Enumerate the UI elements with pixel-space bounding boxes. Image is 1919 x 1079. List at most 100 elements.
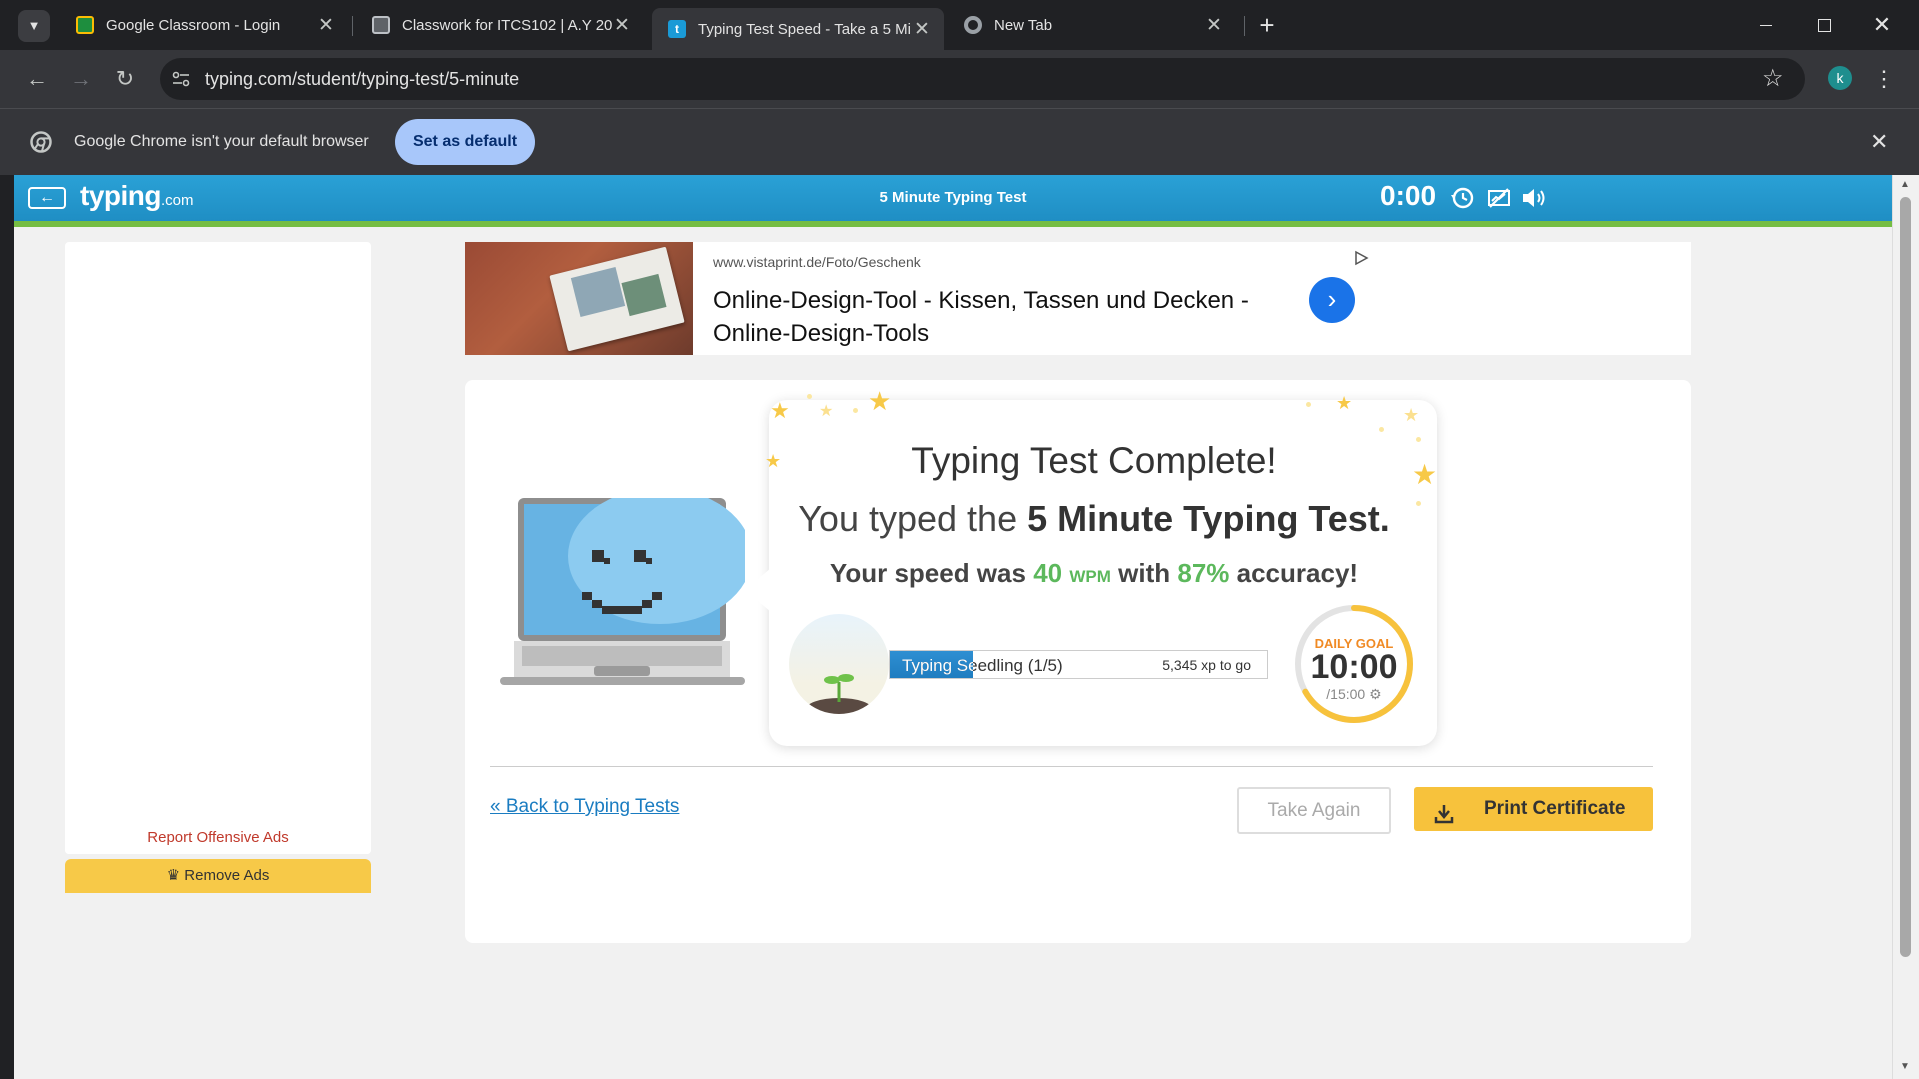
accuracy-value: 87% — [1177, 558, 1230, 588]
sidebar-ad-slot — [65, 242, 371, 854]
speed-prefix: Your speed was — [829, 558, 1026, 588]
arrow-left-icon: ← — [26, 66, 48, 91]
close-tab-icon[interactable]: ✕ — [1204, 14, 1224, 37]
take-again-button[interactable]: Take Again — [1237, 787, 1391, 834]
stats-hidden-icon[interactable] — [1486, 185, 1512, 211]
tab-title: Google Classroom - Login — [106, 16, 281, 34]
minimize-button[interactable] — [1746, 10, 1786, 40]
tab-title: New Tab — [994, 16, 1053, 34]
tab-title: Classwork for ITCS102 | A.Y 202 — [402, 16, 612, 34]
typing-favicon-icon: t — [668, 20, 686, 38]
back-to-typing-tests-link[interactable]: « Back to Typing Tests — [490, 796, 679, 818]
test-name: 5 Minute Typing Test. — [1027, 498, 1390, 539]
sparkle-dot — [807, 394, 812, 399]
new-tab-button[interactable]: + — [1252, 10, 1282, 40]
tab-google-classroom[interactable]: Google Classroom - Login ✕ — [60, 8, 348, 42]
results-panel: ★ ★ ★ ★ ★ ★ ★ Typing Test Complete! You … — [465, 380, 1691, 943]
wpm-value: 40 — [1033, 558, 1063, 588]
print-certificate-label: Print Certificate — [1484, 798, 1626, 819]
gear-icon[interactable]: ⚙ — [1369, 686, 1382, 702]
close-tab-icon[interactable]: ✕ — [316, 14, 336, 37]
tab-strip: ▼ Google Classroom - Login ✕ Classwork f… — [0, 0, 1919, 50]
history-icon[interactable] — [1450, 185, 1476, 211]
chrome-favicon-icon — [964, 16, 982, 34]
tab-classwork[interactable]: Classwork for ITCS102 | A.Y 202 ✕ — [356, 8, 644, 42]
profile-initial: k — [1836, 70, 1844, 86]
back-button[interactable]: ← — [22, 64, 52, 94]
typed-prefix: You typed the — [798, 498, 1018, 539]
site-info-icon[interactable] — [170, 68, 192, 90]
timer: 0:00 — [1380, 180, 1437, 211]
result-heading: Typing Test Complete! — [911, 440, 1277, 481]
laptop-smiley-icon — [500, 488, 752, 685]
chrome-logo-icon — [30, 131, 52, 153]
banner-ad[interactable]: www.vistaprint.de/Foto/Geschenk Online-D… — [465, 242, 1691, 355]
star-icon: ★ — [1403, 405, 1420, 425]
chrome-menu-button[interactable]: ⋮ — [1872, 64, 1896, 94]
volume-icon[interactable] — [1520, 185, 1550, 211]
wpm-unit: WPM — [1069, 567, 1111, 586]
reload-icon: ↻ — [115, 66, 135, 91]
speed-mid: with — [1118, 558, 1171, 588]
maximize-icon — [1818, 19, 1831, 32]
tab-typing-test[interactable]: t Typing Test Speed - Take a 5 Mi ✕ — [652, 8, 944, 50]
adchoices-icon[interactable] — [1353, 250, 1369, 266]
ad-domain[interactable]: www.vistaprint.de/Foto/Geschenk — [713, 254, 921, 270]
set-as-default-button[interactable]: Set as default — [395, 119, 535, 165]
download-icon — [1434, 798, 1454, 824]
goal-target: /15:00 ⚙ — [1292, 686, 1416, 703]
ad-headline[interactable]: Online-Design-Tool - Kissen, Tassen und … — [713, 284, 1249, 350]
sparkle-dot — [1306, 402, 1311, 407]
star-icon: ★ — [770, 398, 790, 423]
star-icon: ★ — [868, 386, 892, 416]
chevron-down-icon: ▼ — [27, 18, 41, 33]
reload-button[interactable]: ↻ — [110, 64, 140, 94]
close-tab-icon[interactable]: ✕ — [912, 18, 932, 41]
goal-target-text: /15:00 — [1326, 686, 1366, 702]
sparkle-dot — [1379, 427, 1384, 432]
ad-headline-line: Online-Design-Tool - Kissen, Tassen und … — [713, 287, 1249, 314]
tab-search-button[interactable]: ▼ — [18, 10, 50, 42]
print-certificate-button[interactable]: Print Certificate — [1414, 787, 1653, 831]
address-bar[interactable]: typing.com/student/typing-test/5-minute … — [160, 58, 1805, 100]
level-label: Typing Seedling (1/5) — [902, 656, 973, 675]
forward-button[interactable]: → — [66, 64, 96, 94]
daily-goal-ring[interactable]: DAILY GOAL 10:00 /15:00 ⚙ — [1292, 602, 1416, 726]
maximize-button[interactable] — [1804, 10, 1844, 40]
results-bubble: ★ ★ ★ ★ ★ ★ ★ Typing Test Complete! You … — [745, 388, 1437, 746]
infobar-message: Google Chrome isn't your default browser — [74, 133, 369, 150]
ad-headline-line: Online-Design-Tools — [713, 320, 930, 347]
url-text[interactable]: typing.com/student/typing-test/5-minute — [205, 69, 519, 90]
page-viewport: ← typing.com 5 Minute Typing Test 0:00 R… — [14, 175, 1892, 1079]
close-tab-icon[interactable]: ✕ — [612, 14, 632, 37]
goal-value: 10:00 — [1310, 648, 1398, 686]
remove-ads-label: Remove Ads — [184, 867, 270, 884]
classroom-favicon-icon — [372, 16, 390, 34]
tab-new-tab[interactable]: New Tab ✕ — [948, 8, 1236, 42]
scroll-down-arrow-icon[interactable]: ▼ — [1900, 1061, 1910, 1072]
page-title: 5 Minute Typing Test — [879, 189, 1027, 206]
scrollbar-thumb[interactable] — [1900, 197, 1911, 957]
ad-image[interactable] — [465, 242, 693, 355]
close-infobar-icon[interactable]: ✕ — [1870, 129, 1888, 155]
scroll-up-arrow-icon[interactable]: ▲ — [1900, 179, 1910, 190]
report-ads-link[interactable]: Report Offensive Ads — [65, 822, 371, 854]
remove-ads-button[interactable]: ♛ Remove Ads — [65, 859, 371, 893]
laptop-illustration — [500, 488, 752, 688]
crown-icon: ♛ — [166, 867, 181, 884]
ad-arrow-button[interactable]: › — [1309, 277, 1355, 323]
take-again-label: Take Again — [1267, 800, 1361, 821]
bookmark-star-icon[interactable]: ☆ — [1762, 64, 1784, 93]
tab-separator — [352, 16, 353, 36]
minimize-icon — [1760, 25, 1772, 26]
tab-separator — [1244, 16, 1245, 36]
star-icon: ★ — [1336, 393, 1353, 413]
page-scrollbar[interactable]: ▲ ▼ — [1892, 175, 1919, 1079]
site-header: ← typing.com 5 Minute Typing Test 0:00 — [14, 175, 1892, 221]
profile-avatar[interactable]: k — [1828, 66, 1852, 90]
level-label-overlay: Typing Seedling (1/5) — [890, 651, 973, 678]
plus-icon: + — [1259, 10, 1275, 40]
close-window-button[interactable]: ✕ — [1862, 10, 1902, 40]
star-icon: ★ — [819, 403, 834, 420]
report-ads-label: Report Offensive Ads — [147, 829, 289, 846]
